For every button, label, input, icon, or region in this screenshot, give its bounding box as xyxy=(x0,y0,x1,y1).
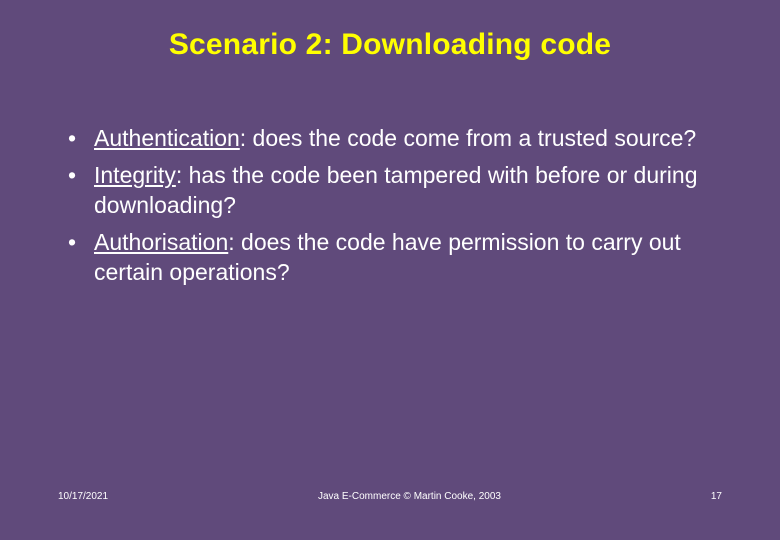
bullet-term: Integrity xyxy=(94,162,176,188)
slide-footer: 10/17/2021 Java E-Commerce © Martin Cook… xyxy=(0,491,780,502)
bullet-text: : does the code come from a trusted sour… xyxy=(240,125,696,151)
bullet-term: Authorisation xyxy=(94,229,228,255)
bullet-term: Authentication xyxy=(94,125,240,151)
slide: Scenario 2: Downloading code Authenticat… xyxy=(0,0,780,540)
footer-date: 10/17/2021 xyxy=(58,491,108,502)
footer-copyright: Java E-Commerce © Martin Cooke, 2003 xyxy=(108,491,711,502)
slide-title: Scenario 2: Downloading code xyxy=(58,28,722,62)
list-item: Integrity: has the code been tampered wi… xyxy=(58,161,722,220)
list-item: Authorisation: does the code have permis… xyxy=(58,228,722,287)
footer-page-number: 17 xyxy=(711,491,722,502)
bullet-text: : has the code been tampered with before… xyxy=(94,162,698,217)
bullet-list: Authentication: does the code come from … xyxy=(58,124,722,287)
list-item: Authentication: does the code come from … xyxy=(58,124,722,153)
